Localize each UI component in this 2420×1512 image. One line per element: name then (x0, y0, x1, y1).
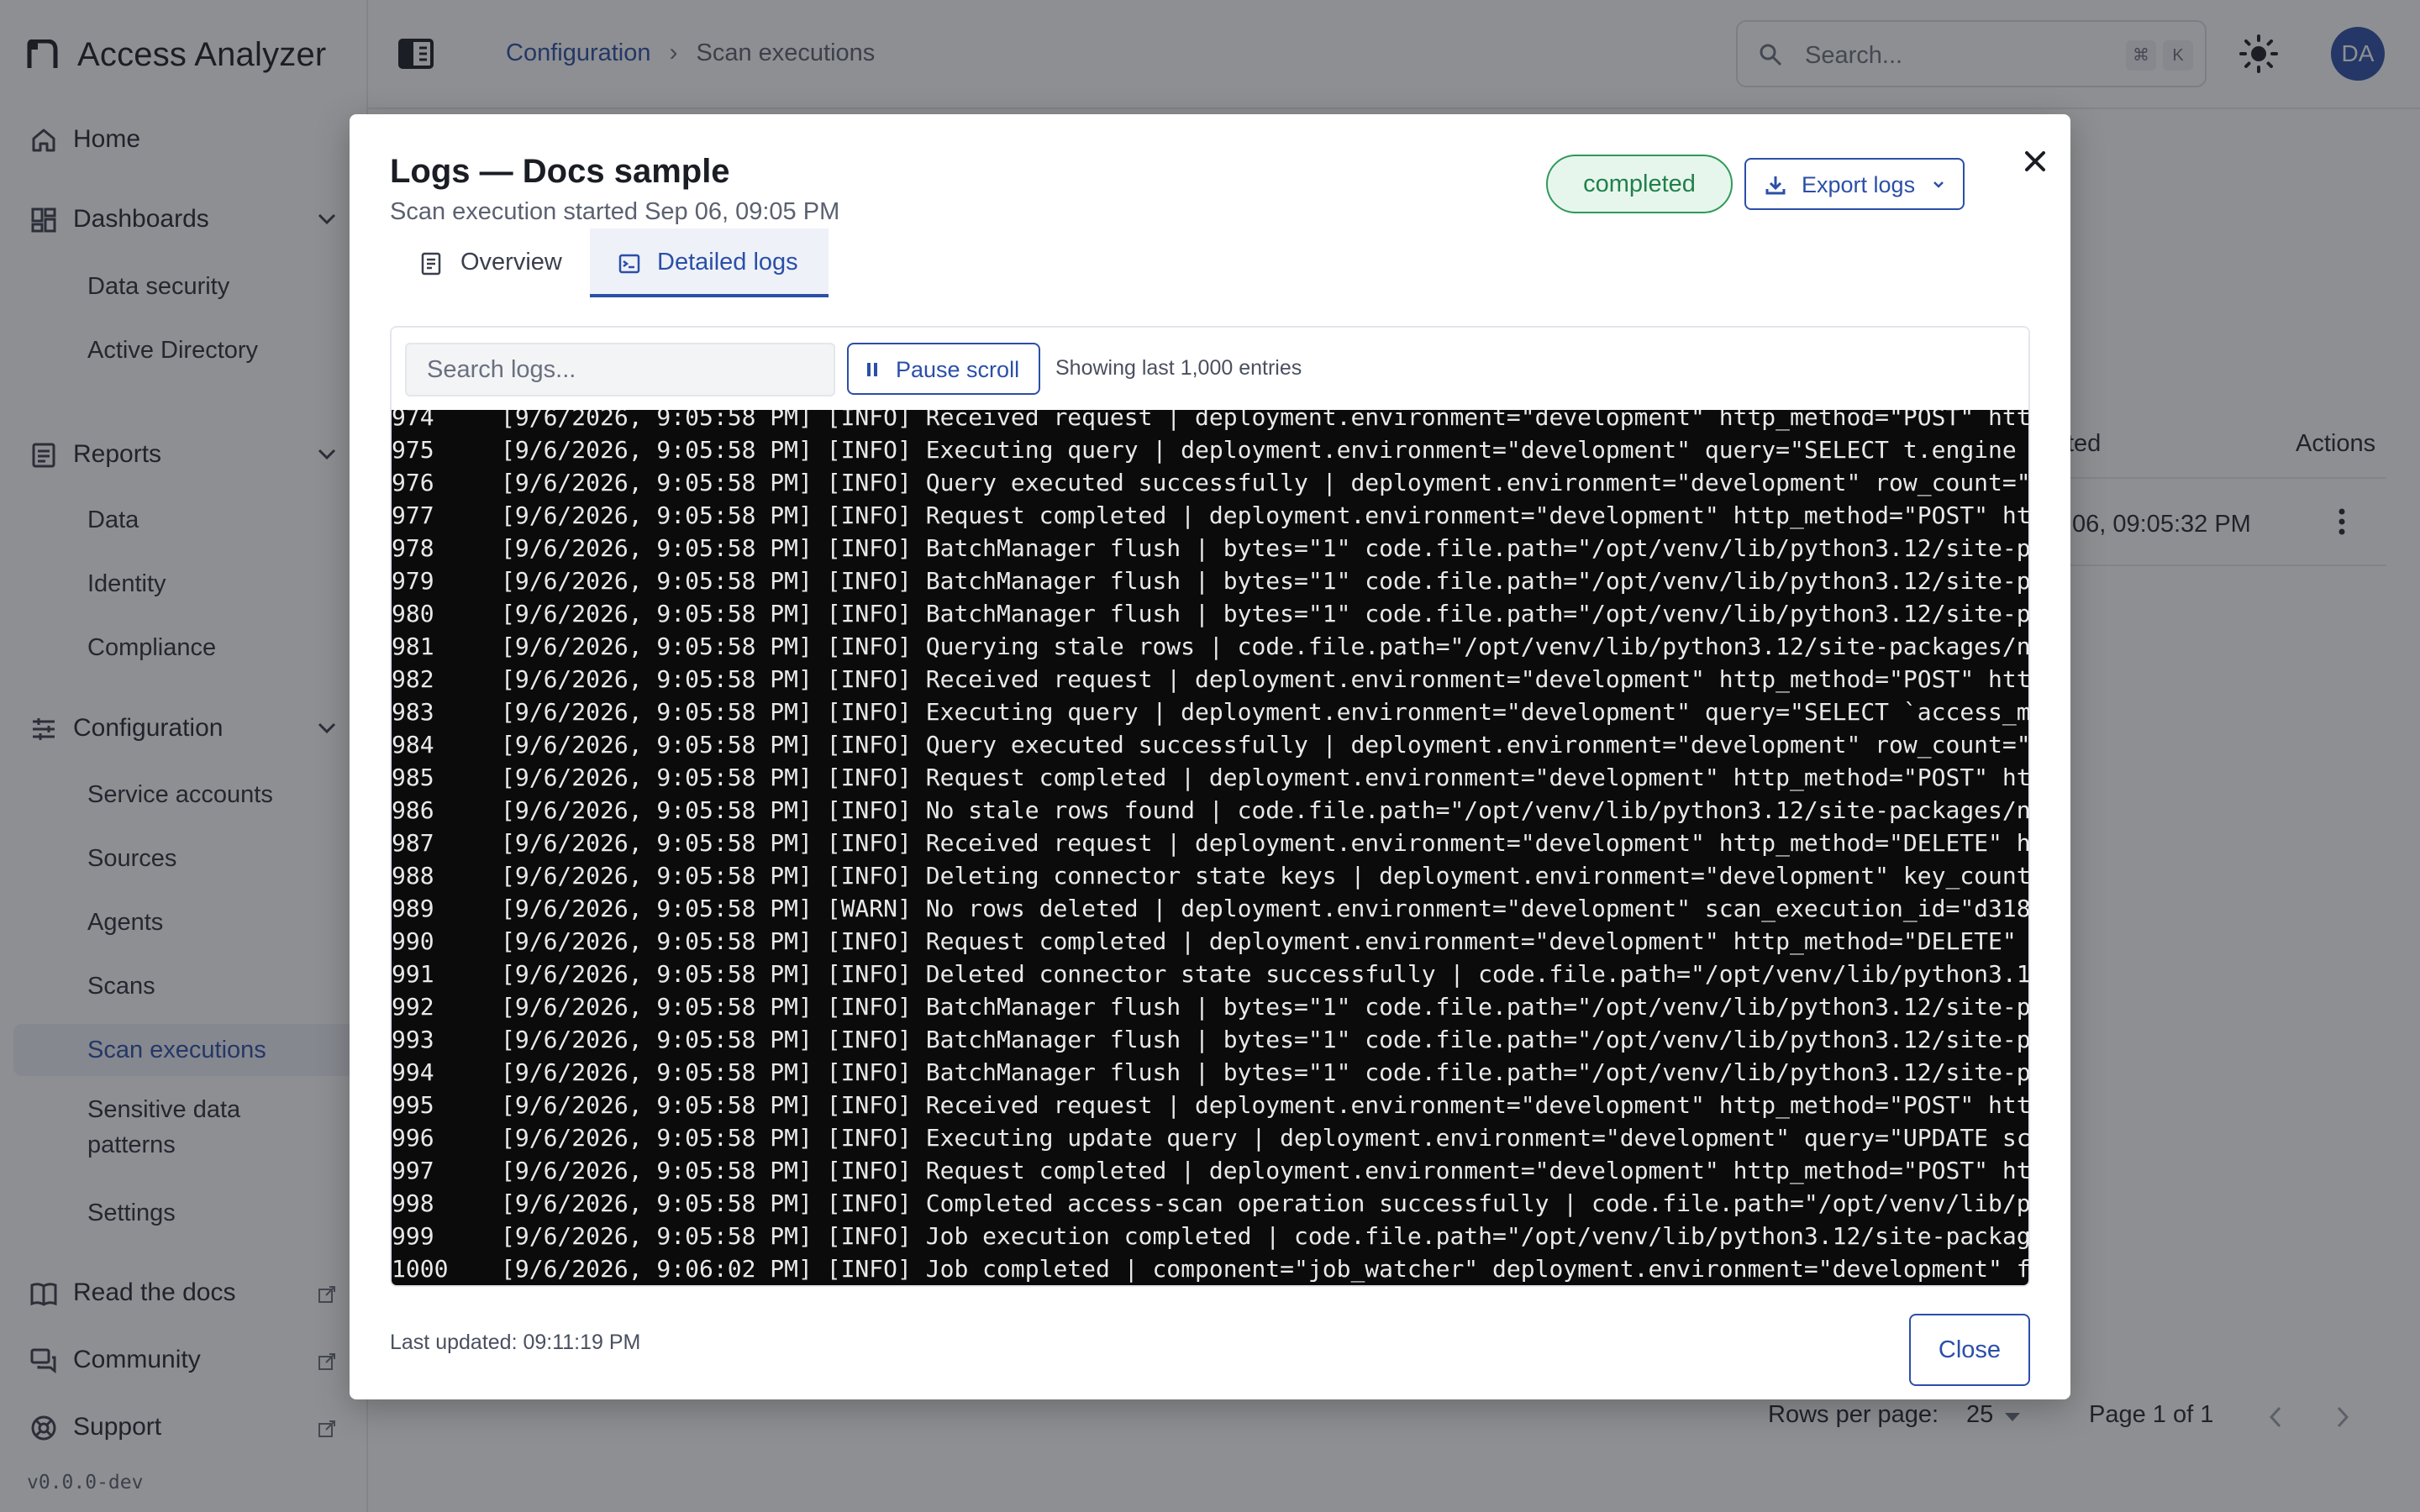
document-icon (421, 252, 441, 276)
log-line-number: 979 (392, 567, 434, 595)
logs-toolbar: Pause scroll Showing last 1,000 entries (392, 328, 2028, 410)
log-line-number: 991 (392, 960, 434, 988)
log-line-number: 999 (392, 1222, 434, 1250)
log-line-message: [9/6/2026, 9:05:58 PM] [INFO] BatchManag… (501, 1026, 2030, 1053)
log-line-number: 984 (392, 731, 434, 759)
export-logs-button[interactable]: Export logs (1744, 158, 1965, 210)
log-line-message: [9/6/2026, 9:05:58 PM] [INFO] Query exec… (501, 469, 2030, 496)
log-line-number: 975 (392, 436, 434, 464)
log-line-message: [9/6/2026, 9:05:58 PM] [INFO] Querying s… (501, 633, 2030, 660)
dialog-subtitle: Scan execution started Sep 06, 09:05 PM (390, 198, 840, 225)
export-logs-label: Export logs (1802, 172, 1916, 197)
entries-count: Showing last 1,000 entries (1055, 356, 1302, 380)
log-line-message: [9/6/2026, 9:05:58 PM] [INFO] Received r… (501, 410, 2030, 431)
search-logs-input[interactable] (405, 343, 835, 396)
log-line-message: [9/6/2026, 9:05:58 PM] [INFO] BatchManag… (501, 567, 2030, 595)
terminal-icon (618, 254, 640, 274)
log-line-message: [9/6/2026, 9:05:58 PM] [INFO] Job execut… (501, 1222, 2030, 1250)
logs-dialog: Logs — Docs sample Scan execution starte… (350, 114, 2070, 1399)
log-line-number: 987 (392, 829, 434, 857)
log-line-number: 978 (392, 534, 434, 562)
log-line-number: 986 (392, 796, 434, 824)
log-line-message: [9/6/2026, 9:05:58 PM] [INFO] Executing … (501, 1124, 2030, 1152)
log-line-number: 998 (392, 1189, 434, 1217)
log-line-message: [9/6/2026, 9:05:58 PM] [INFO] Deleting c… (501, 862, 2030, 890)
log-line-message: [9/6/2026, 9:06:02 PM] [INFO] Job comple… (501, 1255, 2030, 1283)
log-line-message: [9/6/2026, 9:05:58 PM] [INFO] BatchManag… (501, 600, 2030, 627)
log-line-number: 993 (392, 1026, 434, 1053)
close-button[interactable]: Close (1909, 1314, 2030, 1386)
dialog-title: Logs — Docs sample (390, 153, 730, 190)
log-line-message: [9/6/2026, 9:05:58 PM] [INFO] Deleted co… (501, 960, 2030, 988)
log-line-message: [9/6/2026, 9:05:58 PM] [INFO] BatchManag… (501, 534, 2030, 562)
log-line-number: 985 (392, 764, 434, 791)
log-line-message: [9/6/2026, 9:05:58 PM] [INFO] BatchManag… (501, 1058, 2030, 1086)
log-line-message: [9/6/2026, 9:05:58 PM] [WARN] No rows de… (501, 895, 2030, 922)
log-line-message: [9/6/2026, 9:05:58 PM] [INFO] Request co… (501, 1157, 2030, 1184)
log-line-number: 995 (392, 1091, 434, 1119)
log-line-number: 1000 (392, 1255, 449, 1283)
log-line-number: 994 (392, 1058, 434, 1086)
tab-detailed-logs[interactable]: Detailed logs (590, 228, 829, 297)
log-line-message: [9/6/2026, 9:05:58 PM] [INFO] No stale r… (501, 796, 2030, 824)
log-line-message: [9/6/2026, 9:05:58 PM] [INFO] Received r… (501, 1091, 2030, 1119)
log-line-number: 990 (392, 927, 434, 955)
log-line-number: 974 (392, 410, 434, 431)
log-line-number: 988 (392, 862, 434, 890)
log-line-message: [9/6/2026, 9:05:58 PM] [INFO] Executing … (501, 698, 2030, 726)
log-line-number: 992 (392, 993, 434, 1021)
download-icon (1765, 176, 1786, 195)
log-line-message: [9/6/2026, 9:05:58 PM] [INFO] Received r… (501, 829, 2030, 857)
pause-icon (867, 363, 877, 376)
log-line-message: [9/6/2026, 9:05:58 PM] [INFO] Executing … (501, 436, 2030, 464)
log-line-number: 981 (392, 633, 434, 660)
log-line-number: 983 (392, 698, 434, 726)
log-line-message: [9/6/2026, 9:05:58 PM] [INFO] Query exec… (501, 731, 2030, 759)
pause-scroll-button[interactable]: Pause scroll (847, 343, 1040, 395)
log-line-message: [9/6/2026, 9:05:58 PM] [INFO] Request co… (501, 501, 2030, 529)
log-line-number: 977 (392, 501, 434, 529)
tab-label: Detailed logs (657, 249, 798, 276)
log-output[interactable]: 974 [9/6/2026, 9:05:58 PM] [INFO] Receive… (392, 410, 2030, 1285)
log-line-number: 997 (392, 1157, 434, 1184)
close-icon[interactable] (2017, 143, 2054, 180)
log-line-number: 989 (392, 895, 434, 922)
status-badge: completed (1546, 155, 1733, 213)
log-line-message: [9/6/2026, 9:05:58 PM] [INFO] Received r… (501, 665, 2030, 693)
log-line-message: [9/6/2026, 9:05:58 PM] [INFO] Request co… (501, 927, 2030, 955)
log-line-number: 996 (392, 1124, 434, 1152)
logs-panel: Pause scroll Showing last 1,000 entries … (390, 326, 2030, 1287)
chevron-down-icon (1933, 181, 1944, 188)
log-line-message: [9/6/2026, 9:05:58 PM] [INFO] Request co… (501, 764, 2030, 791)
log-line-number: 982 (392, 665, 434, 693)
tab-label: Overview (460, 249, 562, 276)
log-line-number: 976 (392, 469, 434, 496)
last-updated: Last updated: 09:11:19 PM (390, 1331, 641, 1354)
log-line-number: 980 (392, 600, 434, 627)
pause-scroll-label: Pause scroll (896, 357, 1020, 382)
log-line-message: [9/6/2026, 9:05:58 PM] [INFO] Completed … (501, 1189, 2030, 1217)
tab-overview[interactable]: Overview (390, 228, 588, 297)
log-line-message: [9/6/2026, 9:05:58 PM] [INFO] BatchManag… (501, 993, 2030, 1021)
